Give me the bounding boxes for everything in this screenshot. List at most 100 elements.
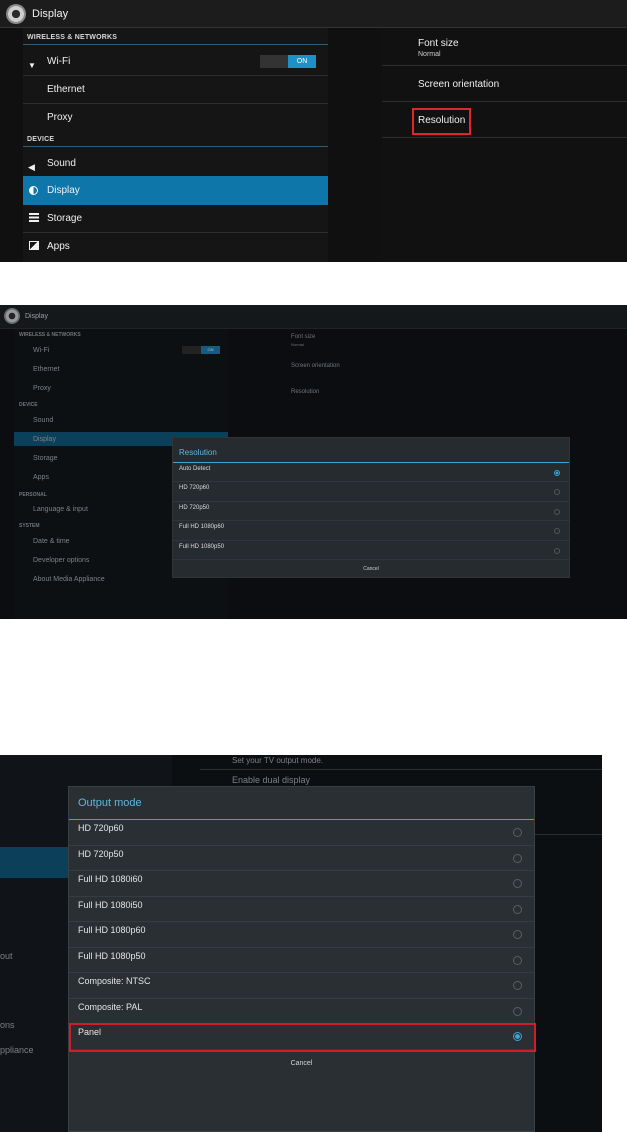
screen-orientation-item[interactable]: Screen orientation — [291, 363, 340, 369]
category-wireless-networks: WIRELESS & NETWORKS — [27, 34, 118, 41]
cancel-button[interactable]: Cancel — [173, 566, 569, 572]
category-device: DEVICE — [19, 402, 38, 408]
storage-icon — [29, 213, 39, 222]
sidebar-item-date-time[interactable]: Date & time — [33, 538, 70, 545]
radio-unselected-icon[interactable] — [513, 828, 522, 837]
radio-unselected-icon[interactable] — [554, 508, 560, 515]
dialog-option-divider — [173, 559, 569, 560]
resolution-highlight-box — [412, 108, 471, 135]
dialog-option-row[interactable]: Full HD 1080i50 — [69, 897, 534, 923]
dialog-option-row[interactable]: Full HD 1080p50 — [69, 948, 534, 974]
radio-unselected-icon[interactable] — [513, 1006, 522, 1016]
radio-unselected-icon[interactable] — [513, 879, 522, 888]
dialog-option-label: HD 720p50 — [78, 848, 124, 859]
radio-unselected-icon[interactable] — [554, 528, 560, 535]
display-settings-screenshot-2: Display WIRELESS & NETWORKS Wi-Fi ON Eth… — [0, 305, 627, 619]
sidebar-item-about[interactable]: About Media Appliance — [33, 576, 105, 583]
dialog-option-row[interactable]: HD 720p60 — [69, 820, 534, 846]
sidebar-fragment-developer-options[interactable]: ons — [0, 1020, 15, 1030]
dialog-option-row[interactable]: Full HD 1080p60 — [173, 521, 569, 540]
dialog-option-row[interactable]: Auto Detect — [173, 463, 569, 482]
dialog-option-row[interactable]: HD 720p60 — [173, 482, 569, 501]
sidebar-item-sound[interactable]: Sound — [47, 158, 76, 169]
sidebar-item-ethernet[interactable]: Ethernet — [47, 84, 85, 95]
category-wireless-networks: WIRELESS & NETWORKS — [19, 332, 81, 338]
dialog-option-row[interactable]: Composite: PAL — [69, 999, 534, 1025]
dialog-option-row[interactable]: HD 720p50 — [173, 502, 569, 521]
dialog-option-label: HD 720p60 — [78, 823, 124, 833]
wifi-icon — [28, 55, 36, 73]
sidebar-fragment-language-input[interactable]: out — [0, 951, 13, 961]
dialog-title: Output mode — [78, 797, 142, 809]
output-mode-screenshot: out ons ppliance Set your TV output mode… — [0, 755, 602, 1132]
radio-unselected-icon[interactable] — [513, 853, 522, 863]
sidebar-item-language[interactable]: Language & input — [33, 506, 88, 513]
font-size-value: Normal — [418, 51, 441, 58]
dialog-option-row[interactable]: Full HD 1080p60 — [69, 922, 534, 948]
font-size-value: Normal — [291, 342, 304, 347]
sound-icon — [28, 157, 35, 175]
radio-unselected-icon[interactable] — [554, 489, 560, 496]
dialog-option-label: Full HD 1080i60 — [78, 874, 143, 884]
category-system: SYSTEM — [19, 523, 40, 529]
display-settings-screenshot-1: Display WIRELESS & NETWORKS Wi-Fi ON Eth… — [0, 0, 627, 262]
radio-selected-icon[interactable] — [554, 470, 560, 476]
dialog-option-label: Full HD 1080p50 — [78, 950, 146, 961]
action-bar — [0, 0, 627, 28]
dialog-option-label: Auto Detect — [179, 466, 211, 472]
output-mode-summary: Set your TV output mode. — [232, 756, 324, 765]
display-icon — [29, 186, 38, 195]
dialog-option-label: HD 720p50 — [179, 504, 210, 511]
dialog-option-row[interactable]: Full HD 1080i60 — [69, 871, 534, 897]
screen-orientation-item[interactable]: Screen orientation — [418, 79, 499, 90]
category-device: DEVICE — [27, 136, 55, 143]
display-settings-pane — [382, 28, 627, 262]
dialog-option-row[interactable]: HD 720p50 — [69, 846, 534, 872]
radio-unselected-icon[interactable] — [513, 904, 522, 914]
radio-unselected-icon[interactable] — [513, 981, 522, 990]
settings-gear-icon — [6, 4, 26, 24]
dialog-option-label: Composite: PAL — [78, 1001, 143, 1012]
wifi-toggle-on-label[interactable]: ON — [288, 55, 316, 68]
dialog-option-label: Full HD 1080p60 — [179, 524, 225, 531]
apps-icon — [29, 241, 39, 250]
dialog-title: Resolution — [179, 448, 217, 457]
action-bar — [0, 305, 627, 329]
sidebar-item-proxy[interactable]: Proxy — [47, 112, 73, 123]
radio-unselected-icon[interactable] — [554, 547, 560, 554]
radio-unselected-icon[interactable] — [513, 955, 522, 965]
page-title: Display — [32, 8, 69, 20]
panel-option-highlight-box — [69, 1023, 536, 1052]
sidebar-item-developer-options[interactable]: Developer options — [33, 557, 89, 564]
dialog-option-row[interactable]: Full HD 1080p50 — [173, 541, 569, 560]
resolution-dialog: Resolution Auto Detect HD 720p60 HD 720p50… — [172, 437, 570, 578]
sidebar-item-wifi[interactable]: Wi-Fi — [33, 347, 49, 354]
sidebar-item-ethernet[interactable]: Ethernet — [33, 366, 59, 373]
radio-unselected-icon[interactable] — [513, 930, 522, 939]
category-personal: PERSONAL — [19, 492, 47, 498]
sidebar-item-apps[interactable]: Apps — [47, 241, 70, 252]
dialog-option-label: Composite: NTSC — [78, 976, 151, 986]
sidebar-item-wifi[interactable]: Wi-Fi — [47, 56, 70, 67]
settings-gear-icon — [4, 308, 20, 324]
sidebar-item-display[interactable]: Display — [47, 185, 80, 196]
font-size-label[interactable]: Font size — [418, 38, 459, 49]
sidebar-item-display[interactable]: Display — [33, 436, 56, 443]
font-size-label[interactable]: Font size — [291, 334, 315, 340]
sidebar-item-storage[interactable]: Storage — [47, 213, 82, 224]
sidebar-item-storage[interactable]: Storage — [33, 455, 58, 462]
sidebar-item-proxy[interactable]: Proxy — [33, 385, 51, 392]
dual-display-item[interactable]: Enable dual display — [232, 775, 310, 785]
sidebar-item-sound[interactable]: Sound — [33, 417, 53, 424]
dialog-option-label: Full HD 1080p60 — [78, 925, 146, 935]
sidebar-fragment-about[interactable]: ppliance — [0, 1045, 34, 1055]
dialog-option-row[interactable]: Composite: NTSC — [69, 973, 534, 999]
resolution-item[interactable]: Resolution — [291, 389, 319, 395]
output-mode-dialog: Output mode HD 720p60 HD 720p50 Full HD 10… — [68, 786, 536, 1132]
wifi-toggle-on-label[interactable]: ON — [201, 346, 220, 354]
cancel-button[interactable]: Cancel — [69, 1060, 534, 1067]
dialog-option-label: Full HD 1080p50 — [179, 543, 225, 550]
page-title: Display — [25, 313, 48, 320]
sidebar-item-apps[interactable]: Apps — [33, 474, 49, 481]
dialog-option-label: HD 720p60 — [179, 485, 210, 492]
